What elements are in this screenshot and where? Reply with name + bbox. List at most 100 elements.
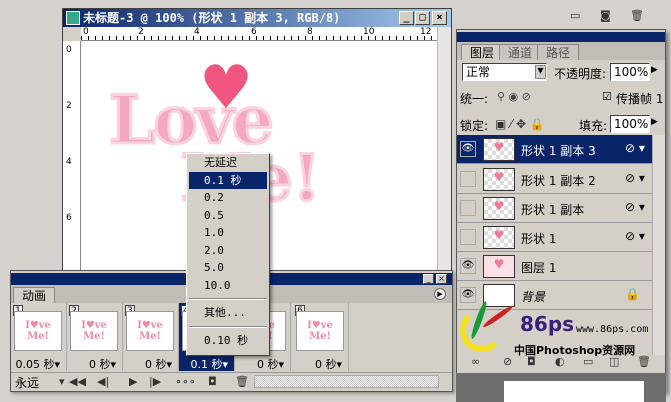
menu-item-0.2[interactable]: 0.2 xyxy=(187,189,269,207)
menu-item-0.1[interactable]: 0.1 秒 xyxy=(189,171,267,189)
menu-item-other[interactable]: 其他... xyxy=(187,304,269,322)
opacity-slider-button[interactable]: ▶ xyxy=(651,65,658,75)
panel-menu-button[interactable]: ▶ xyxy=(434,288,446,300)
layers-toolbar: ∞ ⊘ ◘ ◐ ▭ ◫ 🗑 xyxy=(457,355,665,371)
unify-icons[interactable]: ⚲ ◉ ⊘ xyxy=(497,90,531,103)
previous-frame-icon[interactable]: ◀| xyxy=(97,375,109,388)
visibility-toggle[interactable] xyxy=(460,200,476,216)
duplicate-frame-icon[interactable]: ◘ xyxy=(208,375,217,388)
palette-icon[interactable]: ▭ xyxy=(570,9,580,22)
layer-row[interactable]: ♥ 形状 1 ⊘ ▾ xyxy=(457,223,652,252)
tab-animation[interactable]: 动画 xyxy=(13,287,56,303)
layer-style-icon[interactable]: ⊘ xyxy=(503,355,512,368)
lock-icons[interactable]: ▣ ⁄ ✥ 🔒 xyxy=(495,117,545,131)
propagate-label: 传播帧 1 xyxy=(616,92,664,106)
lock-icon: 🔒 xyxy=(625,287,640,301)
eye-icon[interactable]: 👁 xyxy=(460,141,476,157)
layer-name: 形状 1 xyxy=(521,232,557,246)
frame-3[interactable]: 3I♥ve Me!0 秒▾ xyxy=(123,303,179,371)
chevron-down-icon[interactable]: ▼ xyxy=(535,65,546,79)
layer-row[interactable]: ♥ 形状 1 副本 2 ⊘ ▾ xyxy=(457,165,652,194)
layers-scrollbar[interactable] xyxy=(652,135,665,355)
frame-delay[interactable]: 0 秒▾ xyxy=(315,356,342,372)
layer-effects-icon[interactable]: ⊘ ▾ xyxy=(625,171,645,185)
layer-row[interactable]: 👁 ♥ 形状 1 副本 3 ⊘ ▾ xyxy=(457,135,652,164)
next-frame-icon[interactable]: |▶ xyxy=(149,375,161,388)
menu-item-current[interactable]: 0.10 秒 xyxy=(187,332,269,350)
maximize-button[interactable]: □ xyxy=(415,11,430,25)
trash-icon[interactable]: 🗑 xyxy=(630,9,644,22)
menu-separator xyxy=(189,298,267,300)
menu-item-10.0[interactable]: 10.0 xyxy=(187,277,269,295)
layer-mask-icon[interactable]: ◘ xyxy=(527,355,536,368)
frame-1[interactable]: 1I♥ve Me!0.05 秒▾ xyxy=(11,303,67,371)
frame-thumbnail: I♥ve Me! xyxy=(70,311,118,351)
layers-titlebar[interactable] xyxy=(457,32,665,42)
layer-thumbnail: ♥ xyxy=(483,226,515,249)
fill-label: 填充: xyxy=(579,119,608,133)
minimize-button[interactable]: _ xyxy=(399,11,414,25)
heart-shape: ♥ xyxy=(199,53,253,123)
frame-thumbnail: I♥ve Me! xyxy=(296,311,344,351)
fill-input[interactable]: 100% xyxy=(610,115,650,133)
delete-layer-icon[interactable]: 🗑 xyxy=(637,355,651,368)
new-group-icon[interactable]: ▭ xyxy=(583,355,593,368)
tab-paths[interactable]: 路径 xyxy=(537,44,580,60)
watermark-url: www.86ps.com xyxy=(576,324,649,335)
frame-delay[interactable]: 0 秒▾ xyxy=(257,356,284,372)
camera-icon[interactable]: ◙ xyxy=(600,9,611,22)
frame-delay[interactable]: 0.05 秒▾ xyxy=(15,356,60,372)
document-icon xyxy=(66,11,80,25)
close-button[interactable]: × xyxy=(432,11,447,25)
menu-item-5.0[interactable]: 5.0 xyxy=(187,259,269,277)
menu-item-0.5[interactable]: 0.5 xyxy=(187,207,269,225)
tab-layers[interactable]: 图层 xyxy=(461,44,504,60)
visibility-toggle[interactable] xyxy=(460,229,476,245)
horizontal-ruler: 0 2 4 6 8 10 12 xyxy=(81,27,437,41)
lock-label: 锁定: xyxy=(460,119,489,133)
frame-2[interactable]: 2I♥ve Me!0 秒▾ xyxy=(67,303,123,371)
ruler-label: 2 xyxy=(66,101,72,111)
frame-delay[interactable]: 0 秒▾ xyxy=(89,356,116,372)
menu-item-1.0[interactable]: 1.0 xyxy=(187,224,269,242)
delete-frame-icon[interactable]: 🗑 xyxy=(235,375,249,388)
visibility-toggle[interactable] xyxy=(460,171,476,187)
tab-channels[interactable]: 通道 xyxy=(499,44,542,60)
ruler-label: 0 xyxy=(66,45,72,55)
document-titlebar[interactable]: 未标题-3 @ 100% (形状 1 副本 3, RGB/8) _ □ × xyxy=(63,9,451,27)
propagate-checkbox[interactable]: ☑ xyxy=(602,90,612,103)
chevron-down-icon[interactable]: ▾ xyxy=(59,375,65,388)
fill-slider-button[interactable]: ▶ xyxy=(651,117,658,127)
frame-delay[interactable]: 0.1 秒▾ xyxy=(190,356,228,372)
frame-6[interactable]: 6I♥ve Me!0 秒▾ xyxy=(293,303,349,371)
layer-effects-icon[interactable]: ⊘ ▾ xyxy=(625,229,645,243)
layer-effects-icon[interactable]: ⊘ ▾ xyxy=(625,141,645,155)
first-frame-icon[interactable]: ◀◀ xyxy=(69,375,86,388)
new-layer-icon[interactable]: ◫ xyxy=(609,355,619,368)
layer-name: 形状 1 副本 3 xyxy=(521,144,596,158)
toolbar-strip xyxy=(504,381,644,402)
minimize-button[interactable]: _ xyxy=(423,274,434,284)
adjustment-layer-icon[interactable]: ◐ xyxy=(555,355,565,368)
vertical-scrollbar[interactable] xyxy=(437,27,451,271)
horizontal-scrollbar[interactable] xyxy=(254,375,439,388)
close-button[interactable]: × xyxy=(436,274,447,284)
eye-icon[interactable]: 👁 xyxy=(460,258,476,274)
loop-select[interactable]: 永远 xyxy=(15,374,39,391)
layer-thumbnail: ♥ xyxy=(483,197,515,220)
vertical-ruler: 0 2 4 6 xyxy=(63,41,81,271)
tween-icon[interactable]: ∘∘∘ xyxy=(175,375,196,388)
layer-effects-icon[interactable]: ⊘ ▾ xyxy=(625,200,645,214)
opacity-input[interactable]: 100% xyxy=(610,63,650,81)
menu-item-no-delay[interactable]: 无延迟 xyxy=(187,154,269,172)
layer-row[interactable]: 👁 ♥ 图层 1 xyxy=(457,252,652,281)
layer-name: 图层 1 xyxy=(521,261,557,275)
play-icon[interactable]: ▶ xyxy=(129,375,137,388)
menu-item-2.0[interactable]: 2.0 xyxy=(187,242,269,260)
watermark-brand: 86ps xyxy=(520,312,575,336)
delay-menu: 无延迟 0.1 秒 0.2 0.5 1.0 2.0 5.0 10.0 其他...… xyxy=(186,153,270,356)
ruler-label: 6 xyxy=(66,213,72,223)
layer-row[interactable]: ♥ 形状 1 副本 ⊘ ▾ xyxy=(457,194,652,223)
link-icon[interactable]: ∞ xyxy=(471,355,480,368)
frame-delay[interactable]: 0 秒▾ xyxy=(145,356,172,372)
